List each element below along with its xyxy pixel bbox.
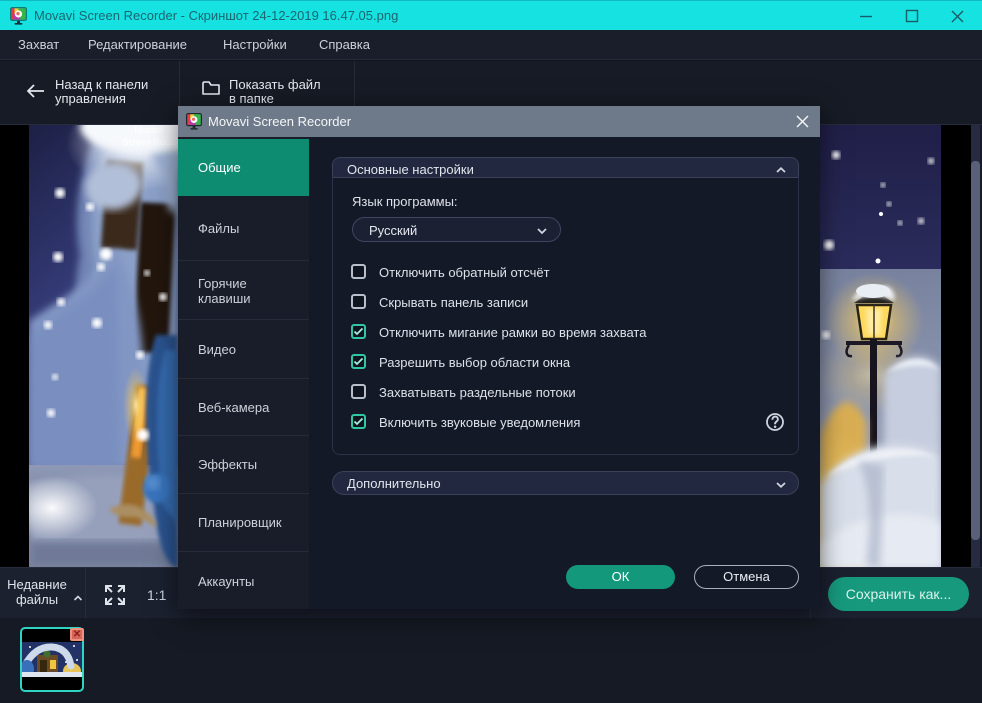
svg-text:Screen Rec...: Screen Rec...	[122, 137, 177, 147]
svg-text:Movavi: Movavi	[134, 125, 163, 135]
